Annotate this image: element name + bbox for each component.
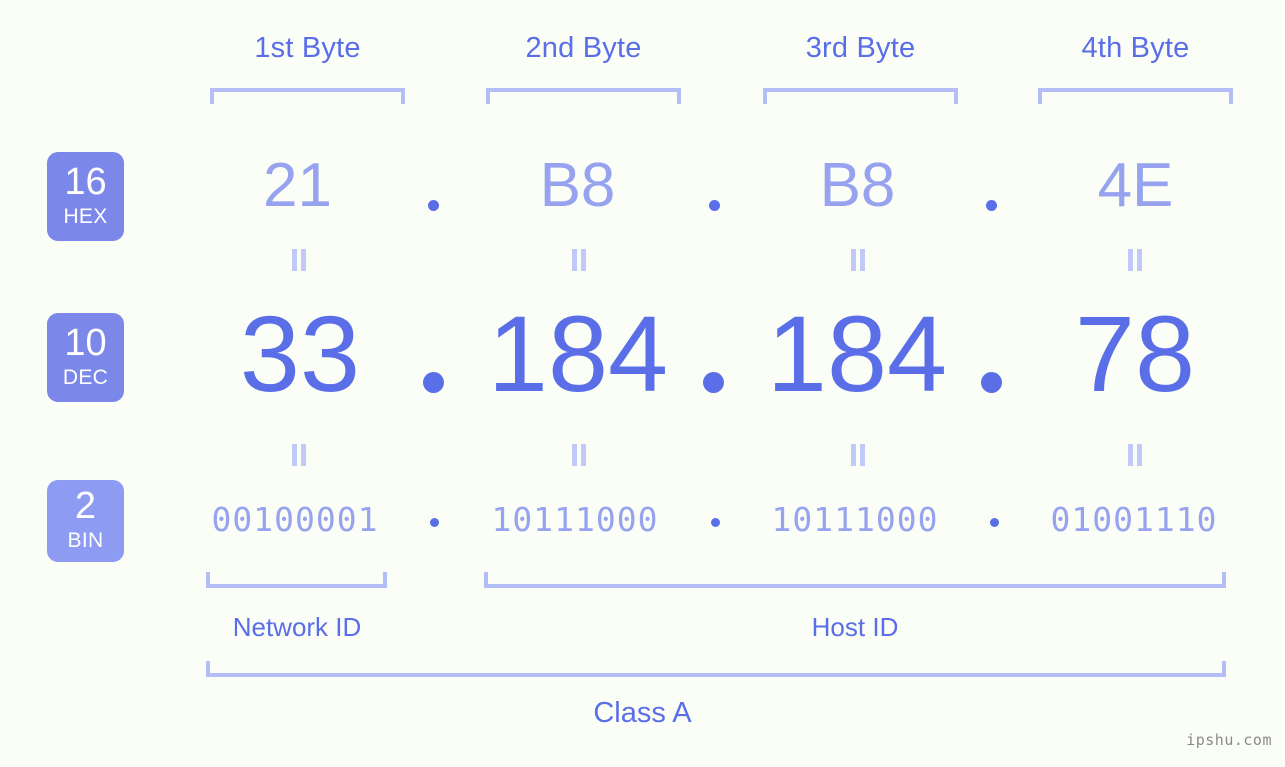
base-badge-hex-number: 16 — [64, 160, 107, 203]
hex-octet-2: B8 — [539, 151, 616, 220]
equals-symbol-hex-dec-4 — [1126, 249, 1144, 271]
byte-header-3: 3rd Byte — [805, 32, 916, 64]
dec-octet-2: 184 — [487, 293, 669, 414]
base-badge-hex: 16 HEX — [47, 152, 124, 241]
host-id-bracket — [484, 572, 1226, 588]
dec-separator-2 — [703, 372, 724, 393]
hex-separator-2 — [709, 200, 720, 211]
hex-octet-3: B8 — [819, 151, 896, 220]
base-badge-bin-number: 2 — [74, 485, 97, 528]
base-badge-dec: 10 DEC — [47, 313, 124, 402]
class-bracket — [206, 661, 1226, 677]
hex-separator-1 — [428, 200, 439, 211]
equals-symbol-hex-dec-3 — [849, 249, 867, 271]
base-badge-dec-number: 10 — [64, 321, 107, 364]
equals-symbol-hex-dec-1 — [290, 249, 308, 271]
byte-header-1: 1st Byte — [254, 32, 361, 64]
equals-symbol-dec-bin-4 — [1126, 444, 1144, 466]
base-badge-bin-name: BIN — [67, 529, 104, 553]
equals-symbol-dec-bin-1 — [290, 444, 308, 466]
bin-octet-3: 10111000 — [771, 500, 939, 539]
base-badge-hex-name: HEX — [63, 204, 108, 228]
network-id-label: Network ID — [232, 612, 362, 642]
hex-octet-4: 4E — [1097, 151, 1174, 220]
equals-symbol-hex-dec-2 — [570, 249, 588, 271]
bin-octet-4: 01001110 — [1050, 500, 1218, 539]
dec-separator-3 — [981, 372, 1002, 393]
network-id-bracket — [206, 572, 387, 588]
byte-bracket-2 — [486, 88, 681, 104]
hex-octet-1: 21 — [263, 151, 332, 220]
hex-separator-3 — [986, 200, 997, 211]
byte-bracket-1 — [210, 88, 405, 104]
bin-separator-3 — [990, 518, 999, 527]
bin-octet-2: 10111000 — [491, 500, 659, 539]
byte-header-2: 2nd Byte — [525, 32, 642, 64]
byte-header-4: 4th Byte — [1081, 32, 1190, 64]
site-watermark: ipshu.com — [1186, 731, 1272, 749]
byte-bracket-4 — [1038, 88, 1233, 104]
dec-octet-1: 33 — [239, 293, 361, 414]
bin-octet-1: 00100001 — [211, 500, 379, 539]
equals-symbol-dec-bin-3 — [849, 444, 867, 466]
ip-address-breakdown-diagram: 1st Byte 2nd Byte 3rd Byte 4th Byte 16 H… — [0, 0, 1285, 767]
dec-separator-1 — [423, 372, 444, 393]
dec-octet-3: 184 — [766, 293, 948, 414]
bin-separator-1 — [430, 518, 439, 527]
host-id-label: Host ID — [811, 612, 899, 642]
bin-separator-2 — [711, 518, 720, 527]
class-label: Class A — [593, 697, 692, 729]
byte-bracket-3 — [763, 88, 958, 104]
dec-octet-4: 78 — [1074, 293, 1196, 414]
base-badge-dec-name: DEC — [62, 365, 109, 389]
base-badge-bin: 2 BIN — [47, 480, 124, 562]
equals-symbol-dec-bin-2 — [570, 444, 588, 466]
